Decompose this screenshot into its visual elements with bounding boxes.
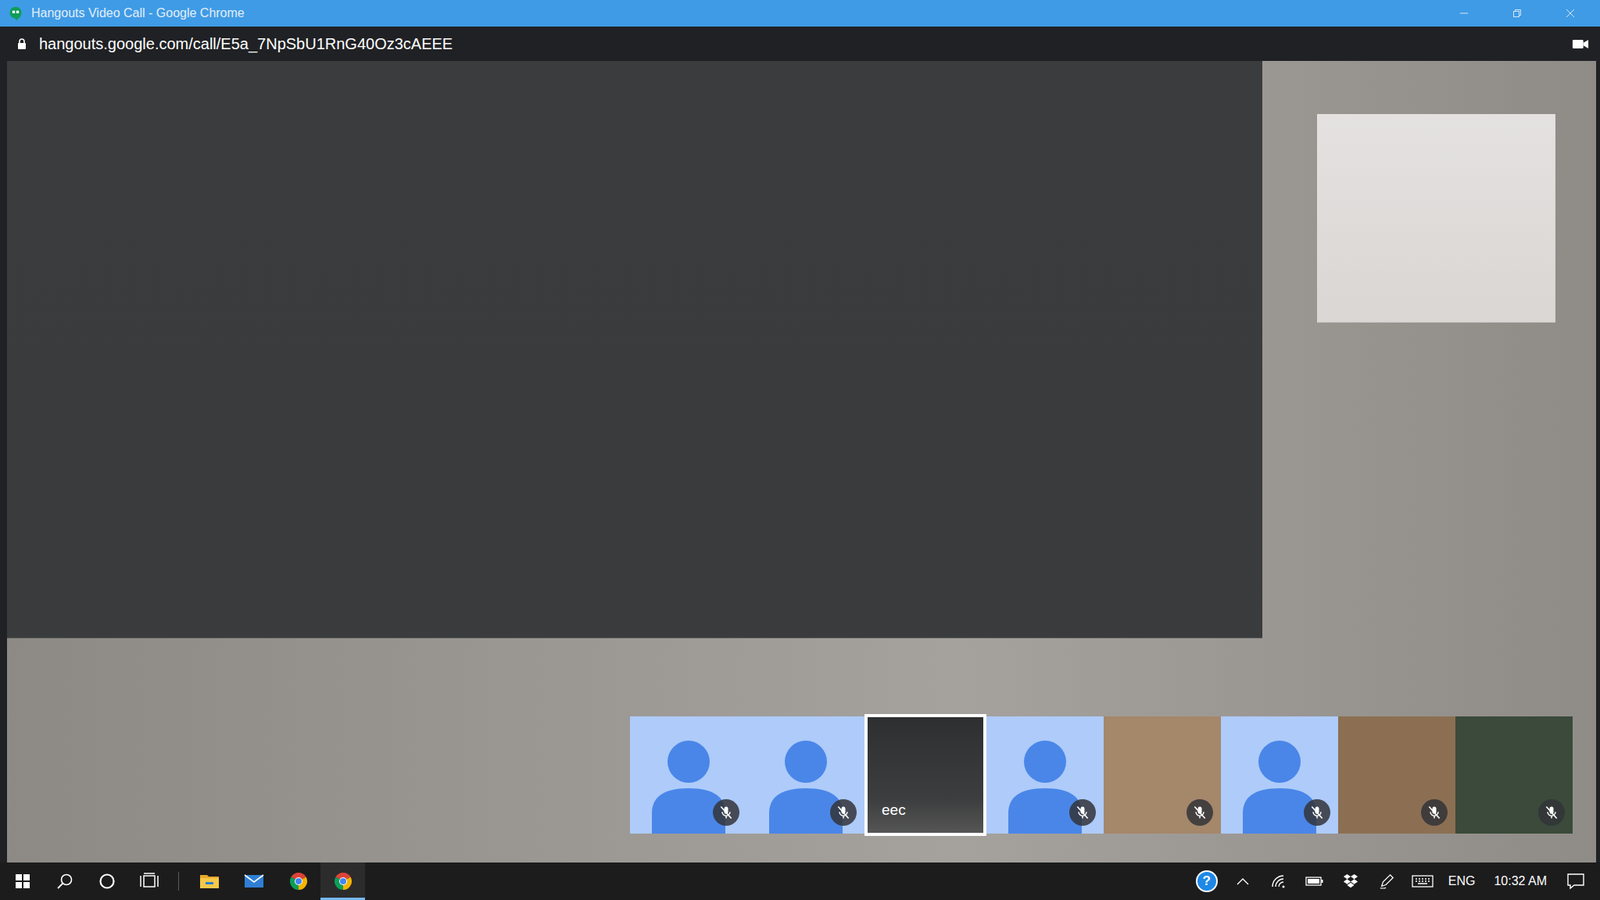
search-button[interactable] — [43, 862, 86, 900]
mic-off-badge — [1421, 799, 1448, 827]
taskbar: ? ENG 10:32 AM — [0, 862, 1600, 900]
mic-off-badge — [830, 799, 857, 827]
search-icon — [56, 873, 74, 891]
url-field[interactable]: hangouts.google.com/call/E5a_7NpSbU1RnG4… — [39, 35, 1561, 54]
participant-tile[interactable] — [1103, 716, 1221, 835]
dropbox-button[interactable] — [1332, 862, 1369, 900]
mail-icon — [243, 873, 265, 890]
cortana-icon — [98, 873, 116, 891]
chrome-icon — [333, 872, 353, 892]
participant-tile[interactable] — [629, 716, 748, 835]
start-button[interactable] — [1, 862, 44, 900]
help-badge: ? — [1195, 870, 1218, 893]
participant-tile[interactable] — [1338, 716, 1456, 835]
minimize-icon — [1459, 8, 1469, 18]
mic-off-badge — [712, 799, 740, 827]
close-icon — [1565, 8, 1575, 18]
participant-tile[interactable]: eec — [864, 714, 987, 837]
mic-off-badge — [1186, 799, 1214, 827]
taskbar-left — [0, 862, 366, 900]
title-bar: Hangouts Video Call - Google Chrome — [0, 0, 1600, 27]
hangouts-icon — [7, 5, 24, 22]
browser-window: Hangouts Video Call - Google Chrome hang… — [0, 0, 1600, 900]
participant-tile[interactable] — [1455, 716, 1573, 835]
mic-off-icon — [718, 805, 734, 821]
close-button[interactable] — [1543, 0, 1597, 27]
video-stage: eec — [7, 60, 1597, 863]
participant-tile[interactable] — [1220, 716, 1339, 835]
participant-strip: eec — [629, 716, 1573, 837]
mic-off-badge — [1069, 799, 1096, 827]
lock-icon — [15, 37, 29, 51]
battery-icon — [1305, 876, 1325, 888]
mic-off-icon — [1543, 805, 1560, 821]
taskbar-separator — [178, 872, 179, 892]
action-center-button[interactable] — [1557, 862, 1594, 900]
task-view-button[interactable] — [128, 862, 171, 900]
pinned-app[interactable] — [186, 862, 232, 900]
restore-button[interactable] — [1490, 0, 1544, 27]
clock[interactable]: 10:32 AM — [1482, 862, 1558, 900]
minimize-button[interactable] — [1437, 0, 1491, 27]
mic-off-icon — [835, 805, 852, 821]
show-hidden-icons[interactable] — [1224, 862, 1261, 900]
pinned-app[interactable] — [231, 862, 276, 900]
system-tray: ? ENG 10:32 AM — [1188, 862, 1600, 900]
notification-icon — [1566, 873, 1586, 891]
battery-button[interactable] — [1296, 862, 1333, 900]
address-bar: hangouts.google.com/call/E5a_7NpSbU1RnG4… — [0, 26, 1600, 61]
dropbox-icon — [1342, 873, 1360, 890]
cortana-button[interactable] — [85, 862, 129, 900]
folder-icon — [199, 873, 220, 891]
window-controls — [1437, 0, 1597, 27]
camera-icon[interactable] — [1571, 38, 1590, 51]
keyboard-icon — [1411, 875, 1434, 888]
network-button[interactable] — [1260, 862, 1297, 900]
task-view-icon — [139, 873, 159, 891]
pinned-app[interactable] — [320, 862, 366, 900]
mic-off-badge — [1538, 799, 1565, 827]
mic-off-badge — [1303, 799, 1331, 827]
participant-tile[interactable] — [986, 716, 1104, 835]
restore-icon — [1512, 8, 1522, 18]
wifi-icon — [1270, 874, 1288, 889]
mic-off-icon — [1191, 805, 1208, 821]
mic-off-icon — [1309, 805, 1325, 821]
input-language[interactable]: ENG — [1440, 862, 1484, 900]
pen-button[interactable] — [1368, 862, 1405, 900]
chevron-up-icon — [1236, 877, 1250, 886]
chrome-icon — [289, 872, 308, 892]
mic-off-icon — [1426, 805, 1443, 821]
participant-name: eec — [880, 800, 908, 821]
participant-tile[interactable] — [747, 716, 865, 835]
windows-icon — [14, 873, 31, 890]
help-button[interactable]: ? — [1188, 862, 1225, 900]
pen-icon — [1378, 873, 1395, 890]
pinned-app[interactable] — [275, 862, 321, 900]
window-title: Hangouts Video Call - Google Chrome — [31, 6, 1430, 21]
touch-keyboard-button[interactable] — [1404, 862, 1441, 900]
mic-off-icon — [1074, 805, 1091, 821]
